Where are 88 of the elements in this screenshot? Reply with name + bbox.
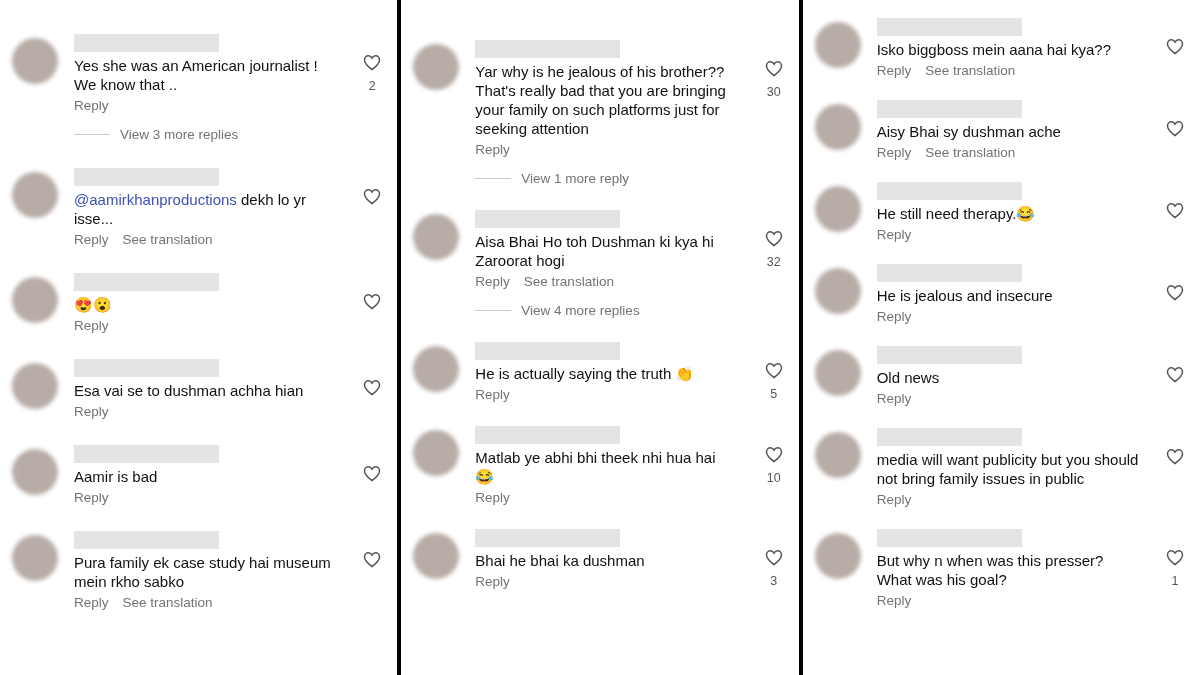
comment-text: He is actually saying the truth 👏 [475, 364, 696, 383]
reply-link[interactable]: Reply [876, 227, 912, 242]
like-count: 10 [766, 471, 781, 485]
reply-link[interactable]: Reply [475, 142, 510, 157]
heart-icon[interactable] [764, 60, 783, 77]
like-count: 2 [368, 79, 376, 93]
heart-icon[interactable] [1166, 366, 1184, 383]
comment-text: Bhai he bhai ka dushman [475, 551, 646, 570]
reply-link[interactable]: Reply [876, 309, 912, 324]
heart-icon[interactable] [1166, 448, 1184, 465]
mention-link[interactable]: @aamirkhanproductions [74, 191, 237, 208]
like-count: 30 [766, 85, 781, 99]
comment-text: Aisa Bhai Ho toh Dushman ki kya hi Zaroorat hogi [475, 232, 715, 270]
heart-icon[interactable] [363, 188, 382, 205]
reply-link[interactable]: Reply [74, 595, 109, 610]
like-count: 1 [1171, 574, 1179, 588]
view-replies-link[interactable]: View 1 more reply [521, 171, 630, 186]
heart-icon[interactable] [1166, 38, 1184, 55]
view-replies-link[interactable]: View 4 more replies [521, 303, 640, 318]
view-replies-link[interactable]: View 3 more replies [120, 127, 239, 142]
reply-link[interactable]: Reply [74, 232, 109, 247]
avatar-placeholder [413, 44, 460, 90]
heart-icon[interactable] [764, 446, 783, 463]
comment-text: But why n when was this presser? What was his goal? [876, 551, 1105, 589]
reply-link[interactable]: Reply [876, 145, 912, 160]
avatar-placeholder [814, 533, 861, 579]
heart-icon[interactable] [363, 551, 382, 568]
like-count: 32 [766, 255, 781, 269]
heart-icon[interactable] [1166, 202, 1184, 219]
avatar-placeholder [12, 449, 58, 495]
see-translation-link[interactable]: See translation [925, 63, 1016, 78]
see-translation-link[interactable]: See translation [122, 595, 213, 610]
avatar-placeholder [413, 430, 460, 476]
avatar-placeholder [814, 268, 861, 314]
heart-icon[interactable] [1166, 549, 1184, 566]
avatar-placeholder [814, 22, 861, 68]
reply-link[interactable]: Reply [475, 387, 510, 402]
comment-text: Yes she was an American journalist ! We know that .. [74, 56, 319, 94]
heart-icon[interactable] [764, 549, 783, 566]
reply-link[interactable]: Reply [475, 574, 510, 589]
reply-link[interactable]: Reply [74, 404, 109, 419]
comment-text: Pura family ek case study hai museum mein rkho sabko [74, 553, 332, 591]
comment-text: Isko biggboss mein aana hai kya?? [876, 40, 1112, 59]
reply-link[interactable]: Reply [876, 492, 912, 507]
avatar-placeholder [814, 350, 861, 396]
see-translation-link[interactable]: See translation [925, 145, 1016, 160]
avatar-placeholder [413, 214, 460, 260]
heart-icon[interactable] [1166, 284, 1184, 301]
comment-text: He is jealous and insecure [876, 286, 1054, 305]
comment-text: Old news [876, 368, 941, 387]
reply-link[interactable]: Reply [876, 593, 912, 608]
heart-icon[interactable] [363, 465, 382, 482]
reply-link[interactable]: Reply [74, 490, 109, 505]
heart-icon[interactable] [363, 293, 382, 310]
reply-link[interactable]: Reply [876, 391, 912, 406]
comment-text: Esa vai se to dushman achha hian [74, 381, 305, 400]
avatar-placeholder [814, 186, 861, 232]
comment-text: Aisy Bhai sy dushman ache [876, 122, 1062, 141]
reply-link[interactable]: Reply [876, 63, 912, 78]
comment-text: Yar why is he jealous of his brother?? That's really bad that you are bringing your family on such platforms just for seeking attention [475, 62, 727, 138]
see-translation-link[interactable]: See translation [122, 232, 213, 247]
reply-link[interactable]: Reply [475, 274, 510, 289]
heart-icon[interactable] [363, 54, 382, 71]
avatar-placeholder [413, 533, 460, 579]
heart-icon[interactable] [363, 379, 382, 396]
avatar-placeholder [413, 346, 460, 392]
reply-link[interactable]: Reply [74, 98, 109, 113]
heart-icon[interactable] [764, 362, 783, 379]
comment-text: Matlab ye abhi bhi theek nhi hua hai 😂 [475, 448, 717, 486]
comment-text: @aamirkhanproductions dekh lo yr isse... [74, 190, 307, 228]
reply-link[interactable]: Reply [475, 490, 510, 505]
heart-icon[interactable] [1166, 120, 1184, 137]
like-count: 3 [770, 574, 778, 588]
reply-link[interactable]: Reply [74, 318, 109, 333]
avatar-placeholder [12, 277, 58, 323]
heart-icon[interactable] [764, 230, 783, 247]
avatar-placeholder [814, 104, 861, 150]
see-translation-link[interactable]: See translation [523, 274, 614, 289]
comment-text: Aamir is bad [74, 467, 159, 486]
like-count: 5 [770, 387, 778, 401]
avatar-placeholder [12, 38, 58, 84]
avatar-placeholder [814, 432, 861, 478]
avatar-placeholder [12, 363, 58, 409]
avatar-placeholder [12, 172, 58, 218]
avatar-placeholder [12, 535, 58, 581]
comment-text: He still need therapy.😂 [876, 204, 1037, 223]
comment-text: media will want publicity but you should not bring family issues in public [876, 450, 1139, 488]
comment-text: 😍😮 [74, 295, 113, 314]
